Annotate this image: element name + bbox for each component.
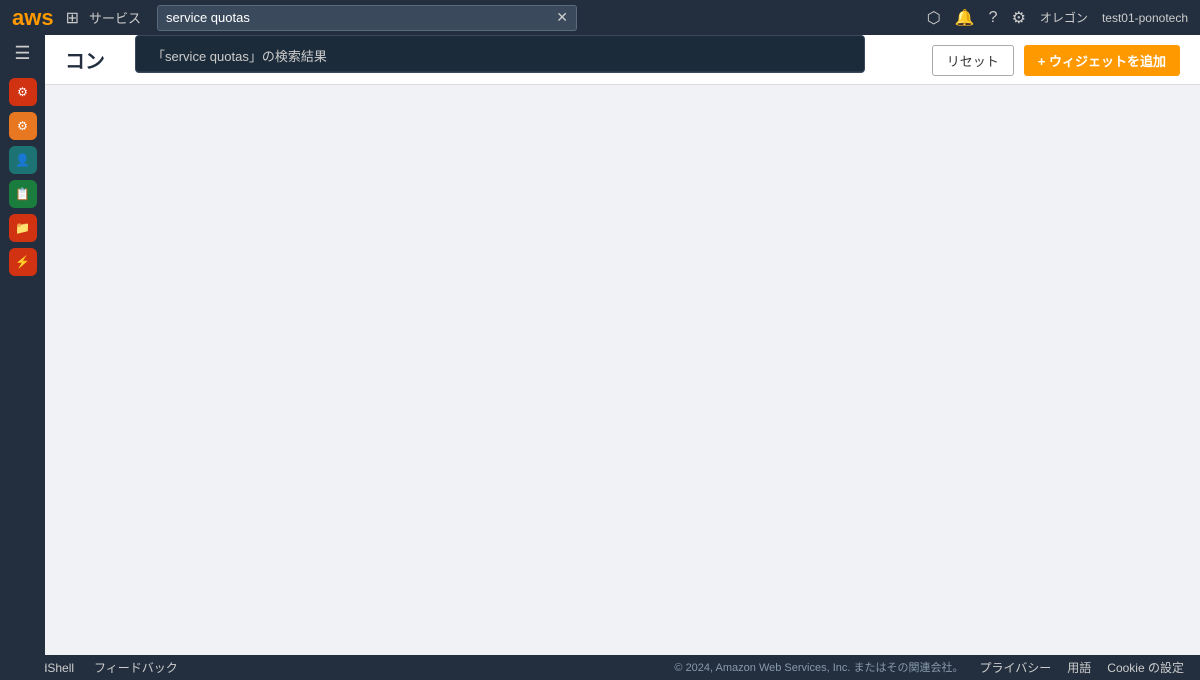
left-sidebar: ☰ ⚙ ⚙ 👤 📋 📁 ⚡ xyxy=(0,35,45,680)
search-clear-icon[interactable]: ✕ xyxy=(556,9,568,26)
bell-icon[interactable]: 🔔 xyxy=(955,8,975,28)
copyright-text: © 2024, Amazon Web Services, Inc. またはその関… xyxy=(674,659,963,676)
top-navigation: aws ⊞ サービス ✕ ⬡ 🔔 ? ⚙ オレゴン test01-ponotec… xyxy=(0,0,1200,35)
sidebar-icon-4[interactable]: 📋 xyxy=(9,180,37,208)
search-dropdown: 「service quotas」の検索結果 サービス (28) 機能 (59) … xyxy=(135,35,865,73)
privacy-link[interactable]: プライバシー xyxy=(980,659,1052,676)
user-menu[interactable]: test01-ponotech xyxy=(1102,11,1188,25)
cookies-link[interactable]: Cookie の設定 xyxy=(1107,659,1184,676)
help-icon[interactable]: ? xyxy=(989,9,998,27)
hamburger-menu[interactable]: ☰ xyxy=(14,43,30,64)
sidebar-icon-3[interactable]: 👤 xyxy=(9,146,37,174)
screen-icon[interactable]: ⬡ xyxy=(927,8,941,28)
sidebar-icon-1[interactable]: ⚙ xyxy=(9,78,37,106)
feedback-link[interactable]: フィードバック xyxy=(94,659,178,676)
add-widget-button[interactable]: + ウィジェットを追加 xyxy=(1024,45,1180,76)
terms-link[interactable]: 用語 xyxy=(1067,659,1091,676)
bottom-right: © 2024, Amazon Web Services, Inc. またはその関… xyxy=(674,659,1184,676)
service-label: サービス xyxy=(89,8,141,27)
dropdown-header: 「service quotas」の検索結果 xyxy=(136,36,864,72)
page-title: コン xyxy=(65,45,105,74)
nav-right: ⬡ 🔔 ? ⚙ オレゴン test01-ponotech xyxy=(927,8,1188,28)
region-selector[interactable]: オレゴン xyxy=(1040,9,1088,26)
search-input[interactable] xyxy=(166,10,556,25)
settings-icon[interactable]: ⚙ xyxy=(1012,8,1026,28)
search-bar: ✕ xyxy=(157,5,577,31)
aws-logo: aws xyxy=(12,5,54,31)
sidebar-icon-2[interactable]: ⚙ xyxy=(9,112,37,140)
reset-button[interactable]: リセット xyxy=(932,45,1014,76)
action-buttons: リセット + ウィジェットを追加 xyxy=(932,45,1180,76)
bottom-bar: CloudShell フィードバック © 2024, Amazon Web Se… xyxy=(0,655,1200,680)
grid-icon[interactable]: ⊞ xyxy=(66,8,79,28)
sidebar-icon-5[interactable]: 📁 xyxy=(9,214,37,242)
search-results-label: 「service quotas」の検索結果 xyxy=(152,49,327,64)
background-panel: コン リセット + ウィジェットを追加 xyxy=(45,35,1200,655)
sidebar-icon-6[interactable]: ⚡ xyxy=(9,248,37,276)
